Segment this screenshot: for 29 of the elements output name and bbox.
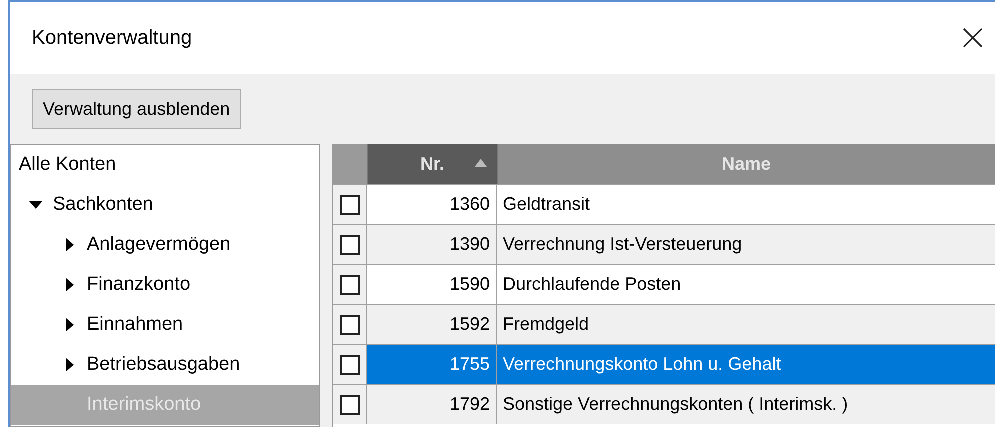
close-icon[interactable] xyxy=(963,28,983,48)
tree-item[interactable]: Einnahmen xyxy=(11,305,319,345)
row-checkbox[interactable] xyxy=(340,194,360,214)
hide-management-button[interactable]: Verwaltung ausblenden xyxy=(32,89,242,129)
row-checkbox[interactable] xyxy=(340,354,360,374)
table-row[interactable]: 1390 Verrechnung Ist-Versteuerung xyxy=(333,224,995,264)
column-header[interactable]: Nr. xyxy=(367,144,497,184)
window-title: Kontenverwaltung xyxy=(32,26,192,51)
row-checkbox[interactable] xyxy=(340,314,360,334)
table-row[interactable]: 1792 Sonstige Verrechnungskonten ( Interimsk. ) xyxy=(333,384,995,424)
table-row[interactable]: 1592 Fremdgeld xyxy=(333,304,995,344)
table-cell-text: Durchlaufende Posten xyxy=(502,273,682,296)
table-cell-text: Verrechnung Ist-Versteuerung xyxy=(502,233,744,256)
table-cell: 1792 xyxy=(367,385,497,424)
tree-item[interactable]: Betriebsausgaben xyxy=(11,345,319,385)
table-cell-text: Geldtransit xyxy=(502,193,592,216)
row-checkbox[interactable] xyxy=(340,274,360,294)
row-checkbox[interactable] xyxy=(340,234,360,254)
table-row[interactable]: 1590 Durchlaufende Posten xyxy=(333,264,995,304)
tree-item[interactable]: Sachkonten xyxy=(11,185,319,225)
row-checkbox[interactable] xyxy=(340,394,360,414)
tree-item[interactable]: Finanzkonto xyxy=(11,265,319,305)
table-cell-text: Fremdgeld xyxy=(502,313,590,336)
table-cell-text: Verrechnungskonto Lohn u. Gehalt xyxy=(502,353,782,376)
table-cell-text: Sonstige Verrechnungskonten ( Interimsk. ) xyxy=(502,393,850,416)
table-row[interactable]: 1755 Verrechnungskonto Lohn u. Gehalt xyxy=(333,344,995,384)
table-row[interactable]: 1360 Geldtransit xyxy=(333,184,995,224)
tree-item[interactable]: Alle Konten xyxy=(11,145,319,185)
tree-item[interactable]: Anlagevermögen xyxy=(11,225,319,265)
